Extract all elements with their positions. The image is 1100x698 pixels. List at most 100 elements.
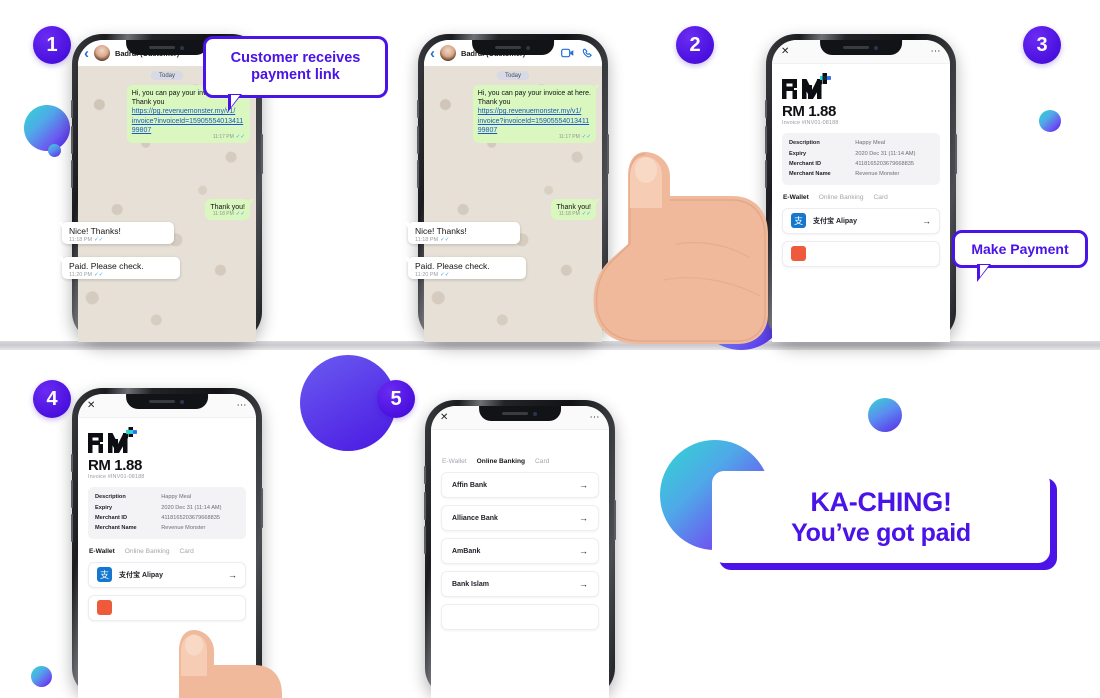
- avatar[interactable]: [440, 45, 456, 61]
- bubble-tail: [404, 222, 409, 229]
- message-text: Paid. Please check.: [415, 261, 490, 271]
- phone-step-3: ✕ RM Checkout ⋯: [765, 34, 957, 342]
- payment-option-alipay[interactable]: 支 支付宝 Alipay →: [88, 561, 246, 588]
- bank-option-ambank[interactable]: AmBank →: [441, 538, 599, 564]
- message-timestamp: 11:18 PM ✓✓: [415, 237, 450, 243]
- detail-key: Expiry: [95, 504, 113, 511]
- phone-screen: ✕ RM Checkout ⋯: [772, 40, 950, 342]
- phone-power-button[interactable]: [955, 134, 957, 174]
- phone-side-button[interactable]: [71, 454, 73, 472]
- phone-step-4: ✕ RM Checkout ⋯: [71, 388, 263, 698]
- phone-side-button[interactable]: [765, 100, 767, 118]
- phone-volume-down-button[interactable]: [71, 160, 73, 188]
- table-row: Merchant ID 4118165203679668835: [789, 159, 933, 169]
- table-row: Description Happy Meal: [789, 138, 933, 148]
- read-receipt-icon: ✓✓: [94, 237, 104, 243]
- phone-volume-down-button[interactable]: [417, 160, 419, 188]
- more-horizontal-icon[interactable]: ⋯: [930, 46, 941, 57]
- payment-option-label: 支付宝 Alipay: [813, 217, 857, 225]
- phone-side-button[interactable]: [417, 100, 419, 118]
- phone-power-button[interactable]: [261, 488, 263, 528]
- message-row: Hi, you can pay your invoice at here. Th…: [430, 85, 600, 144]
- video-call-icon[interactable]: [561, 48, 574, 58]
- message-text-line2: Thank you: [477, 99, 511, 107]
- phone-volume-up-button[interactable]: [71, 126, 73, 154]
- close-icon[interactable]: ✕: [440, 412, 448, 423]
- phone-volume-up-button[interactable]: [71, 480, 73, 508]
- callout-tail-inner: [231, 95, 240, 107]
- bank-option-bank-islam[interactable]: Bank Islam →: [441, 571, 599, 597]
- phone-volume-down-button[interactable]: [71, 514, 73, 542]
- arrow-right-icon: →: [228, 569, 237, 580]
- callout-line2: payment link: [251, 67, 340, 83]
- rm-checkout-content: E-Wallet Online Banking Card Affin Bank …: [431, 430, 609, 630]
- step-badge-1: 1: [33, 26, 71, 64]
- detail-value: Revenue Monster: [161, 525, 206, 532]
- bank-option-affin[interactable]: Affin Bank →: [441, 472, 599, 498]
- phone-power-button[interactable]: [607, 134, 609, 174]
- close-icon[interactable]: ✕: [87, 400, 95, 411]
- payment-link-line1[interactable]: https://pg.revenuemonster.my/v1/: [478, 107, 591, 116]
- detail-value: 4118165203679668835: [161, 514, 220, 521]
- phone-side-button[interactable]: [71, 100, 73, 118]
- more-horizontal-icon[interactable]: ⋯: [589, 412, 600, 423]
- invoice-number: Invoice #INV01-08188: [88, 474, 145, 480]
- earpiece-speaker: [495, 46, 522, 49]
- day-separator: Today: [496, 71, 529, 80]
- amount-value: RM 1.88: [88, 457, 142, 474]
- payment-link-line2[interactable]: invoice?invoiceId=15905554013411: [132, 117, 245, 126]
- front-camera: [180, 45, 185, 50]
- phone-power-button[interactable]: [261, 134, 263, 174]
- payment-option-alipay[interactable]: 支 支付宝 Alipay →: [782, 207, 940, 234]
- front-camera: [526, 45, 531, 50]
- tab-online-banking[interactable]: Online Banking: [477, 458, 525, 465]
- callout-customer-receives: Customer receives payment link: [203, 36, 388, 112]
- close-icon[interactable]: ✕: [781, 46, 789, 57]
- avatar[interactable]: [94, 45, 110, 61]
- more-horizontal-icon[interactable]: ⋯: [236, 400, 247, 411]
- payment-link-line2[interactable]: invoice?invoiceId=15905554013411: [478, 117, 591, 126]
- chevron-left-icon[interactable]: ‹: [84, 46, 89, 61]
- bubble-tail: [595, 85, 600, 91]
- payment-method-tabs: E-Wallet Online Banking Card: [441, 458, 599, 465]
- payment-option-next[interactable]: [88, 594, 246, 621]
- phone-volume-up-button[interactable]: [417, 126, 419, 154]
- callout-make-payment: Make Payment: [952, 230, 1088, 282]
- table-row: Description Happy Meal: [95, 492, 239, 502]
- step-badge-3: 3: [1023, 26, 1061, 64]
- message-bubble-incoming: Paid. Please check. 11:20 PM ✓✓: [404, 257, 526, 279]
- phone-volume-up-button[interactable]: [424, 492, 426, 520]
- deco-circle: [1039, 110, 1061, 132]
- chevron-left-icon[interactable]: ‹: [430, 46, 435, 61]
- earpiece-speaker: [502, 412, 529, 415]
- phone-call-icon[interactable]: [582, 48, 593, 59]
- phone-volume-down-button[interactable]: [424, 526, 426, 554]
- tab-card[interactable]: Card: [535, 458, 549, 465]
- arrow-right-icon: →: [579, 579, 588, 589]
- tab-e-wallet[interactable]: E-Wallet: [783, 194, 809, 201]
- row-divider: [0, 341, 1100, 350]
- tab-online-banking[interactable]: Online Banking: [125, 548, 170, 555]
- read-receipt-icon: ✓✓: [440, 272, 450, 278]
- earpiece-speaker: [149, 46, 176, 49]
- phone-side-button[interactable]: [424, 466, 426, 484]
- earpiece-speaker: [843, 46, 870, 49]
- phone-volume-down-button[interactable]: [765, 160, 767, 188]
- phone-screen: ‹ Badrul (Customer) Today Hi: [424, 40, 602, 342]
- tab-e-wallet[interactable]: E-Wallet: [89, 548, 115, 555]
- step-badge-2: 2: [676, 26, 714, 64]
- tab-card[interactable]: Card: [180, 548, 194, 555]
- payment-method-tabs: E-Wallet Online Banking Card: [88, 548, 246, 555]
- bubble-tail: [58, 257, 63, 264]
- tab-card[interactable]: Card: [874, 194, 888, 201]
- bank-option-alliance[interactable]: Alliance Bank →: [441, 505, 599, 531]
- phone-volume-up-button[interactable]: [765, 126, 767, 154]
- tab-e-wallet[interactable]: E-Wallet: [442, 458, 467, 465]
- bank-option-next[interactable]: [441, 604, 599, 630]
- message-row: Thank you! 11:18 PM ✓✓: [430, 199, 600, 221]
- detail-value: Revenue Monster: [855, 171, 900, 178]
- payment-option-next[interactable]: [782, 240, 940, 267]
- bubble-tail: [595, 199, 600, 206]
- phone-power-button[interactable]: [614, 500, 616, 540]
- tab-online-banking[interactable]: Online Banking: [819, 194, 864, 201]
